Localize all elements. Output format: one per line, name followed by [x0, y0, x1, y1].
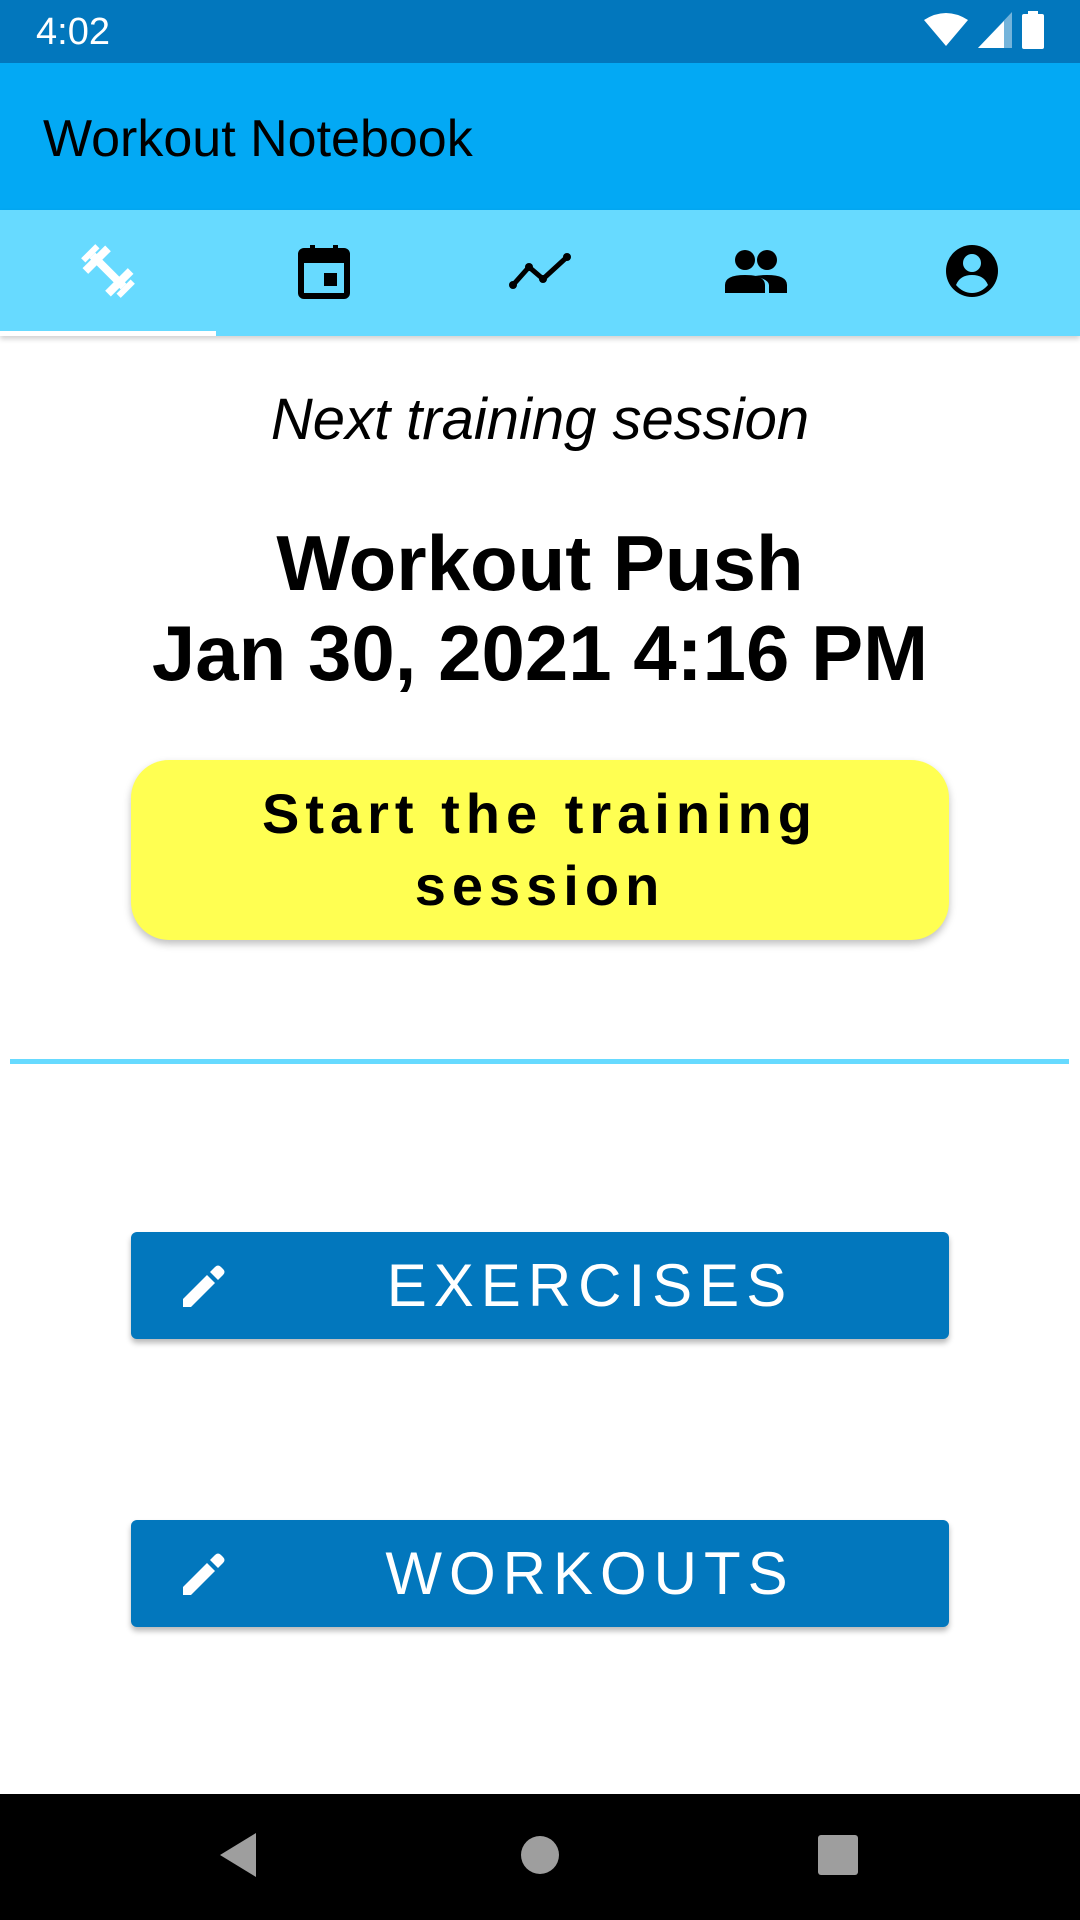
recents-button[interactable]	[808, 1827, 868, 1887]
workouts-button[interactable]: WORKOUTS	[131, 1520, 949, 1627]
back-button[interactable]	[208, 1827, 268, 1887]
dumbbell-icon	[78, 241, 138, 306]
next-session-label: Next training session	[270, 387, 810, 452]
app-title: Workout Notebook	[43, 110, 473, 168]
wifi-icon	[924, 12, 968, 53]
navigation-bar	[0, 1794, 1080, 1920]
start-training-button[interactable]: Start the training session	[131, 760, 949, 940]
tab-bar	[0, 210, 1080, 336]
status-bar: 4:02	[0, 0, 1080, 63]
start-training-button-label: Start the training session	[261, 782, 819, 917]
divider	[10, 1059, 1069, 1064]
back-icon	[216, 1831, 260, 1884]
workouts-button-label: WORKOUTS	[385, 1540, 795, 1607]
workout-name: Workout Push	[276, 519, 804, 607]
pencil-icon	[179, 1549, 229, 1599]
exercises-button-label: EXERCISES	[386, 1252, 794, 1319]
tab-account[interactable]	[864, 210, 1080, 336]
tab-progress[interactable]	[432, 210, 648, 336]
tab-calendar[interactable]	[216, 210, 432, 336]
tab-exercises[interactable]	[0, 210, 216, 336]
exercises-button[interactable]: EXERCISES	[131, 1232, 949, 1339]
app-bar: Workout Notebook	[0, 63, 1080, 210]
calendar-icon	[296, 243, 352, 304]
people-icon	[725, 249, 787, 298]
screen: 4:02 Workout Notebook Next training sess…	[0, 0, 1080, 1920]
workout-date: Jan 30, 2021 4:16 PM	[151, 609, 929, 697]
home-button[interactable]	[510, 1827, 570, 1887]
account-circle-icon	[944, 243, 1000, 304]
pencil-icon	[179, 1261, 229, 1311]
home-icon	[520, 1835, 560, 1880]
recents-icon	[818, 1834, 858, 1880]
tab-selected-indicator	[0, 331, 216, 336]
battery-icon	[1022, 10, 1044, 54]
tab-friends[interactable]	[648, 210, 864, 336]
status-icons	[924, 10, 1044, 54]
cellular-signal-icon	[978, 11, 1012, 53]
status-time: 4:02	[36, 11, 110, 53]
trending-chart-icon	[509, 251, 571, 296]
